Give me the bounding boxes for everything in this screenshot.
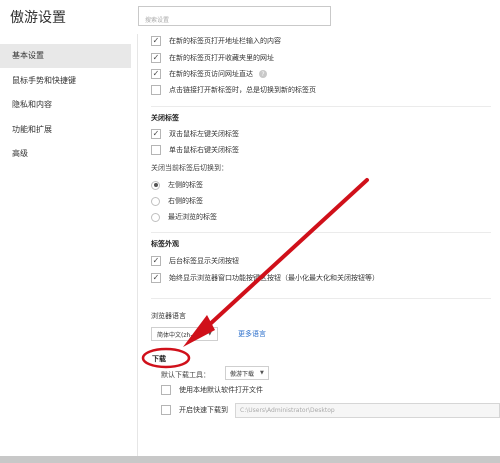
- option-label: 最近浏览的标签: [168, 213, 217, 221]
- option-label: 开启快速下载到: [179, 406, 228, 414]
- option-label: 后台标签显示关闭按钮: [169, 257, 239, 265]
- checkbox[interactable]: [151, 85, 161, 95]
- option-right-click-close[interactable]: 单击鼠标右键关闭标签: [151, 143, 239, 157]
- option-background-close-button[interactable]: ✓ 后台标签显示关闭按钮: [151, 254, 239, 268]
- option-label: 在新的标签页打开地址栏输入的内容: [169, 37, 281, 45]
- sidebar-item-features[interactable]: 功能和扩展: [0, 118, 131, 142]
- section-title-browser-language: 浏览器语言: [151, 312, 186, 320]
- check-icon: ✓: [152, 36, 160, 45]
- option-open-with-default-app[interactable]: 使用本地默认软件打开文件: [161, 383, 263, 397]
- download-tool-value: 傲游下载: [230, 370, 255, 378]
- divider: [151, 298, 491, 299]
- check-icon: ✓: [152, 256, 160, 265]
- option-label: 在新的标签页访问网址直达: [169, 70, 253, 78]
- option-url-direct-new-tab[interactable]: ✓ 在新的标签页访问网址直达 ?: [151, 67, 267, 81]
- checkbox[interactable]: [161, 385, 171, 395]
- info-icon[interactable]: ?: [259, 70, 267, 78]
- radio-button[interactable]: [151, 196, 160, 206]
- checkbox[interactable]: ✓: [151, 69, 161, 79]
- radio-button[interactable]: [151, 212, 160, 222]
- checkbox[interactable]: ✓: [151, 53, 161, 63]
- radio-left-tab[interactable]: 左侧的标签: [151, 178, 203, 192]
- top-bar: 傲游设置: [0, 0, 500, 34]
- search-box[interactable]: [138, 6, 331, 30]
- option-switch-to-new-tab[interactable]: 点击链接打开新标签时，总是切换到新的标签页: [151, 83, 316, 97]
- radio-button[interactable]: [151, 180, 160, 190]
- search-input[interactable]: [139, 11, 330, 30]
- app-title: 傲游设置: [10, 10, 66, 26]
- caret-down-icon: ▼: [260, 370, 264, 376]
- sidebar-item-advanced[interactable]: 高级: [0, 142, 131, 166]
- option-label: 使用本地默认软件打开文件: [179, 386, 263, 394]
- option-label: 始终显示浏览器窗口功能按键区按钮（最小化最大化和关闭按钮等）: [169, 274, 379, 282]
- section-title-close-tab: 关闭标签: [151, 114, 179, 122]
- checkbox[interactable]: ✓: [151, 129, 161, 139]
- option-double-click-close[interactable]: ✓ 双击鼠标左键关闭标签: [151, 127, 239, 141]
- option-open-favorites-new-tab[interactable]: ✓ 在新的标签页打开收藏夹里的网址: [151, 51, 274, 65]
- checkbox[interactable]: [151, 145, 161, 155]
- option-label: 双击鼠标左键关闭标签: [169, 130, 239, 138]
- sidebar: 基本设置 鼠标手势和快捷键 隐私和内容 功能和扩展 高级: [0, 34, 138, 463]
- sidebar-item-privacy[interactable]: 隐私和内容: [0, 93, 131, 117]
- option-label: 在新的标签页打开收藏夹里的网址: [169, 54, 274, 62]
- checkbox[interactable]: ✓: [151, 36, 161, 46]
- check-icon: ✓: [152, 53, 160, 62]
- default-download-tool-label: 默认下载工具：: [161, 371, 210, 379]
- divider: [151, 232, 491, 233]
- divider: [151, 106, 491, 107]
- download-tool-select[interactable]: 傲游下载 ▼: [225, 366, 269, 380]
- option-quick-download[interactable]: 开启快速下载到: [161, 403, 228, 417]
- bottom-scroll-bar: [0, 456, 500, 463]
- section-title-tab-appearance: 标签外观: [151, 240, 179, 248]
- section-title-download: 下载: [152, 355, 166, 363]
- radio-right-tab[interactable]: 右侧的标签: [151, 194, 203, 208]
- switch-after-close-label: 关闭当前标签后切换到：: [151, 164, 228, 172]
- more-languages-link[interactable]: 更多语言: [238, 329, 266, 339]
- option-open-address-new-tab[interactable]: ✓ 在新的标签页打开地址栏输入的内容: [151, 34, 281, 48]
- checkbox[interactable]: ✓: [151, 273, 161, 283]
- settings-content: ✓ 在新的标签页打开地址栏输入的内容 ✓ 在新的标签页打开收藏夹里的网址 ✓ 在…: [138, 34, 500, 463]
- radio-recent-tab[interactable]: 最近浏览的标签: [151, 210, 217, 224]
- checkbox[interactable]: ✓: [151, 256, 161, 266]
- language-select[interactable]: 简体中文(zh-cn) ▼: [151, 327, 218, 341]
- check-icon: ✓: [152, 69, 160, 78]
- language-select-value: 简体中文(zh-cn): [157, 331, 202, 339]
- option-label: 点击链接打开新标签时，总是切换到新的标签页: [169, 86, 316, 94]
- check-icon: ✓: [152, 273, 160, 282]
- download-path-input[interactable]: C:\Users\Administrator\Desktop: [235, 403, 500, 418]
- checkbox[interactable]: [161, 405, 171, 415]
- option-label: 右侧的标签: [168, 197, 203, 205]
- sidebar-item-mouse-gestures[interactable]: 鼠标手势和快捷键: [0, 69, 131, 93]
- option-show-window-buttons[interactable]: ✓ 始终显示浏览器窗口功能按键区按钮（最小化最大化和关闭按钮等）: [151, 271, 379, 285]
- check-icon: ✓: [152, 129, 160, 138]
- option-label: 左侧的标签: [168, 181, 203, 189]
- caret-down-icon: ▼: [207, 331, 212, 337]
- sidebar-item-basic[interactable]: 基本设置: [0, 44, 131, 68]
- option-label: 单击鼠标右键关闭标签: [169, 146, 239, 154]
